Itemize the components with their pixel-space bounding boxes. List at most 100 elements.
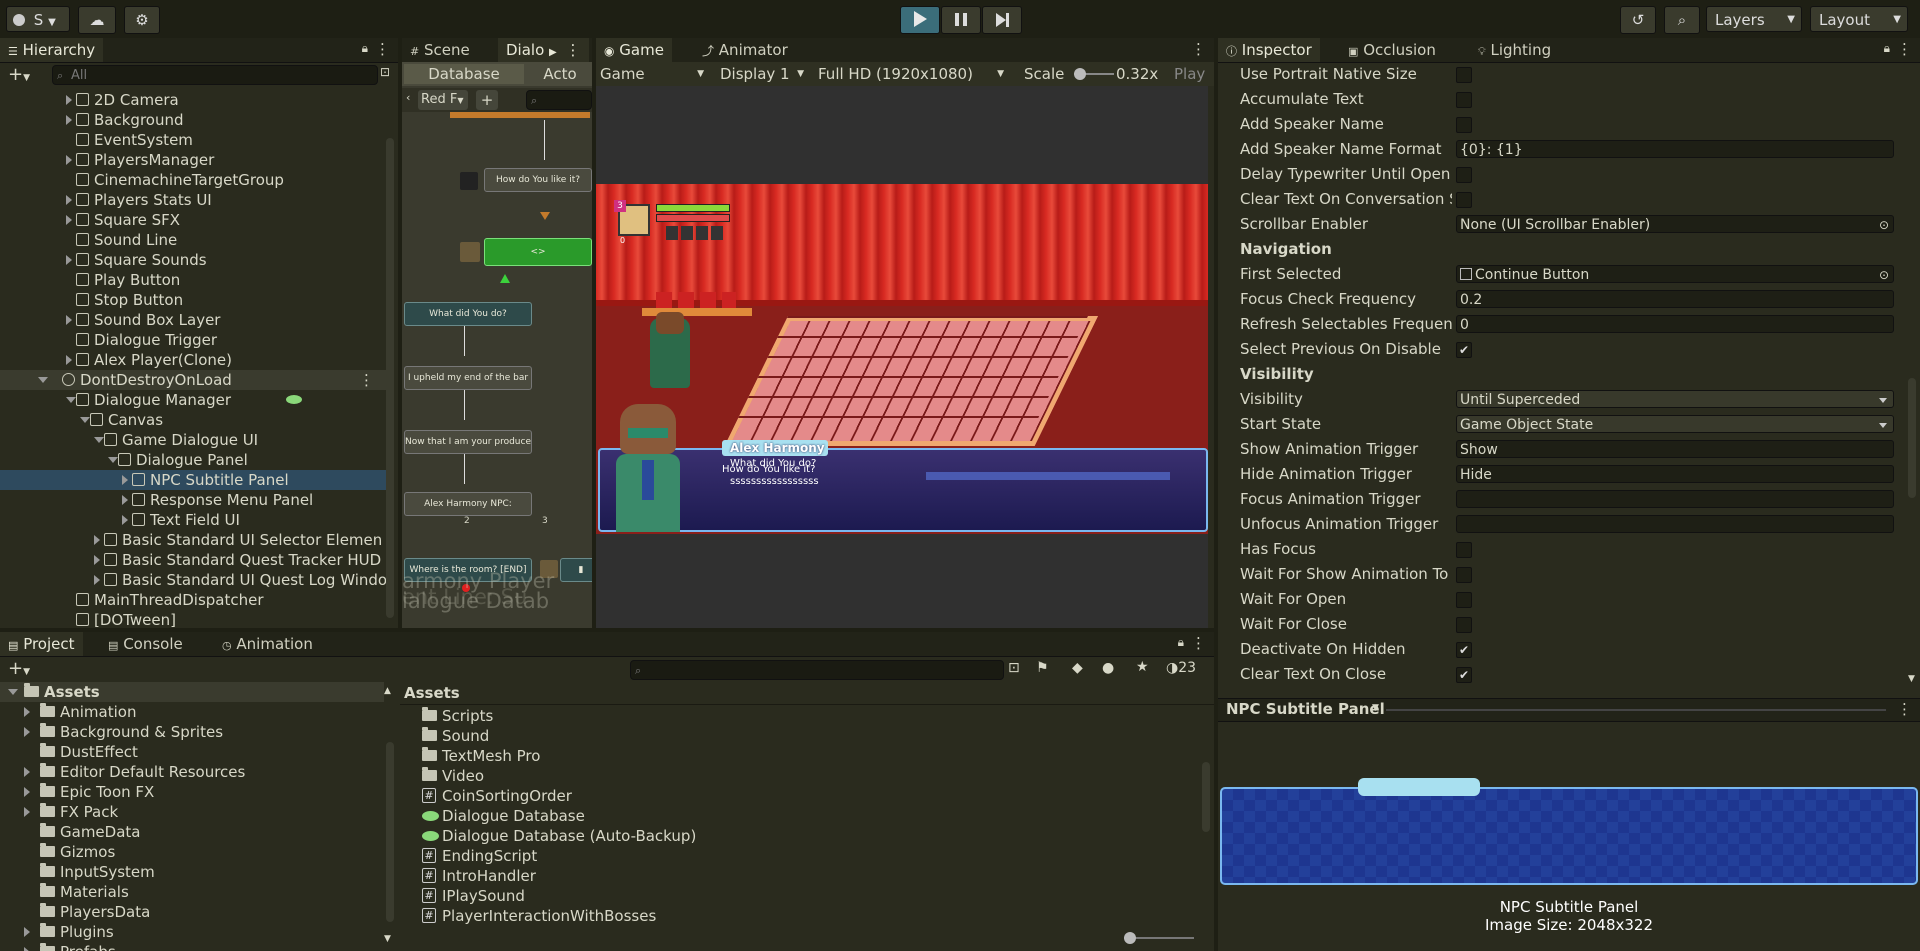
hierarchy-item[interactable]: Square SFX — [0, 210, 386, 230]
tree-item[interactable]: Background & Sprites — [0, 722, 384, 742]
hierarchy-item[interactable]: [DOTween] — [0, 610, 386, 628]
label-icon[interactable]: ◆ — [1072, 660, 1083, 676]
tree-item[interactable]: Epic Toon FX — [0, 782, 384, 802]
hierarchy-search-input[interactable]: ⌕ All — [52, 65, 378, 85]
tab-inspector[interactable]: ⓘ Inspector — [1218, 38, 1320, 62]
more-icon[interactable]: ⋮ — [1191, 40, 1206, 58]
file-item[interactable]: # IPlaySound — [400, 886, 1200, 906]
property-field[interactable] — [1456, 515, 1894, 533]
collab-button[interactable]: ⚙ — [124, 6, 160, 34]
file-item[interactable]: # EndingScript — [400, 846, 1200, 866]
icon-size-slider[interactable] — [1124, 932, 1194, 944]
chevron-down-icon[interactable]: ▼ — [1372, 703, 1379, 713]
search-type-icon[interactable]: ⊡ — [1008, 660, 1020, 676]
more-icon[interactable]: ⋮ — [359, 370, 374, 390]
property-field[interactable]: 0 — [1456, 315, 1894, 333]
property-field[interactable]: {0}: {1} — [1456, 140, 1894, 158]
hierarchy-item[interactable]: PlayersManager — [0, 150, 386, 170]
chevron-right-icon[interactable] — [24, 927, 30, 937]
hierarchy-item[interactable]: Game Dialogue UI — [0, 430, 386, 450]
property-field[interactable] — [1456, 490, 1894, 508]
add-button[interactable]: +▼ — [8, 658, 30, 679]
tab-animator[interactable]: ⤴ Animator — [694, 38, 796, 62]
property-checkbox[interactable] — [1456, 117, 1472, 133]
chevron-left-icon[interactable]: ‹ — [406, 91, 410, 104]
property-dropdown[interactable]: Game Object State — [1456, 415, 1894, 433]
tab-animation[interactable]: ◷ Animation — [214, 632, 321, 656]
tree-item[interactable]: PlayersData — [0, 902, 384, 922]
dialogue-node[interactable]: Now that I am your produce — [404, 430, 532, 454]
tree-item[interactable]: Animation — [0, 702, 384, 722]
tree-item[interactable]: DustEffect — [0, 742, 384, 762]
file-item[interactable]: # PlayerInteractionWithBosses — [400, 906, 1200, 926]
tab-scene[interactable]: # Scene — [402, 38, 478, 62]
graph-search-input[interactable]: ⌕ — [526, 90, 592, 110]
hierarchy-item[interactable]: Players Stats UI — [0, 190, 386, 210]
hierarchy-item[interactable]: Basic Standard UI Quest Log Windo — [0, 570, 387, 590]
chevron-right-icon[interactable] — [24, 947, 30, 951]
lock-icon[interactable]: 🔒︎ — [362, 41, 368, 56]
hidden-packages-button[interactable]: ◑23 — [1166, 660, 1196, 676]
hierarchy-item[interactable]: Basic Standard Quest Tracker HUD — [0, 550, 386, 570]
property-checkbox[interactable] — [1456, 92, 1472, 108]
display-dropdown[interactable]: Display 1 ▼ — [720, 64, 806, 84]
property-checkbox[interactable] — [1456, 67, 1472, 83]
tree-item[interactable]: Plugins — [0, 922, 384, 942]
mode-dropdown[interactable]: Game ▼ — [600, 64, 706, 84]
history-button[interactable]: ↺ — [1620, 6, 1656, 34]
file-item[interactable]: Dialogue Database (Auto-Backup) — [400, 826, 1200, 846]
file-item[interactable]: Sound — [400, 726, 1200, 746]
property-checkbox[interactable] — [1456, 167, 1472, 183]
chevron-down-icon[interactable] — [108, 457, 118, 463]
file-item[interactable]: Video — [400, 766, 1200, 786]
actors-tab[interactable]: Acto — [528, 64, 592, 84]
hierarchy-item[interactable]: Text Field UI — [0, 510, 386, 530]
chevron-right-icon[interactable] — [122, 495, 128, 505]
property-checkbox[interactable] — [1456, 542, 1472, 558]
object-picker-icon[interactable]: ⊙ — [1879, 216, 1889, 234]
tree-item[interactable]: Materials — [0, 882, 384, 902]
dialogue-node[interactable]: What did You do? — [404, 302, 532, 326]
chevron-right-icon[interactable] — [24, 707, 30, 717]
hierarchy-item[interactable]: Response Menu Panel — [0, 490, 386, 510]
pause-button[interactable] — [941, 6, 981, 34]
preview-title[interactable]: NPC Subtitle Panel — [1226, 700, 1385, 718]
more-icon[interactable]: ⋮ — [375, 40, 390, 58]
property-checkbox[interactable]: ✔ — [1456, 667, 1472, 683]
chevron-right-icon[interactable] — [66, 115, 72, 125]
file-item[interactable]: # CoinSortingOrder — [400, 786, 1200, 806]
hierarchy-item[interactable]: Play Button — [0, 270, 386, 290]
tab-lighting[interactable]: 💡︎ Lighting — [1470, 38, 1559, 62]
inspector-scrollbar[interactable] — [1908, 378, 1916, 498]
chevron-down-icon[interactable] — [80, 417, 90, 423]
more-icon[interactable]: ⋮ — [1897, 40, 1912, 58]
filter-dropdown[interactable]: Red F▼ — [418, 90, 468, 110]
resolution-dropdown[interactable]: Full HD (1920x1080) ▼ — [818, 64, 1006, 84]
tab-hierarchy[interactable]: ☰ Hierarchy — [0, 38, 104, 62]
project-search-input[interactable]: ⌕ — [630, 660, 1004, 680]
property-checkbox[interactable]: ✔ — [1456, 342, 1472, 358]
hierarchy-item[interactable]: Sound Line — [0, 230, 386, 250]
hierarchy-item[interactable]: MainThreadDispatcher — [0, 590, 386, 610]
chevron-right-icon[interactable] — [94, 555, 100, 565]
hierarchy-item[interactable]: Dialogue Manager — [0, 390, 386, 410]
hierarchy-item[interactable]: Sound Box Layer — [0, 310, 386, 330]
tree-item[interactable]: GameData — [0, 822, 384, 842]
files-scrollbar[interactable] — [1202, 762, 1210, 832]
property-checkbox[interactable]: ✔ — [1456, 642, 1472, 658]
chevron-right-icon[interactable] — [66, 195, 72, 205]
chevron-right-icon[interactable] — [66, 215, 72, 225]
more-icon[interactable]: ⋮ — [1897, 700, 1912, 718]
lock-icon[interactable]: 🔒︎ — [1178, 635, 1184, 650]
section-header[interactable]: Visibility — [1240, 364, 1314, 384]
property-checkbox[interactable] — [1456, 617, 1472, 633]
property-checkbox[interactable] — [1456, 192, 1472, 208]
hierarchy-item[interactable]: 2D Camera — [0, 90, 386, 110]
chevron-down-icon[interactable] — [66, 397, 76, 403]
hierarchy-item[interactable]: Basic Standard UI Selector Elemen — [0, 530, 386, 550]
dialogue-node[interactable]: I upheld my end of the bar — [404, 366, 532, 390]
breadcrumb-assets[interactable]: Assets — [404, 684, 460, 702]
chevron-down-icon[interactable] — [38, 377, 48, 383]
search-button[interactable]: ⌕ — [1664, 6, 1700, 34]
chevron-right-icon[interactable] — [66, 355, 72, 365]
